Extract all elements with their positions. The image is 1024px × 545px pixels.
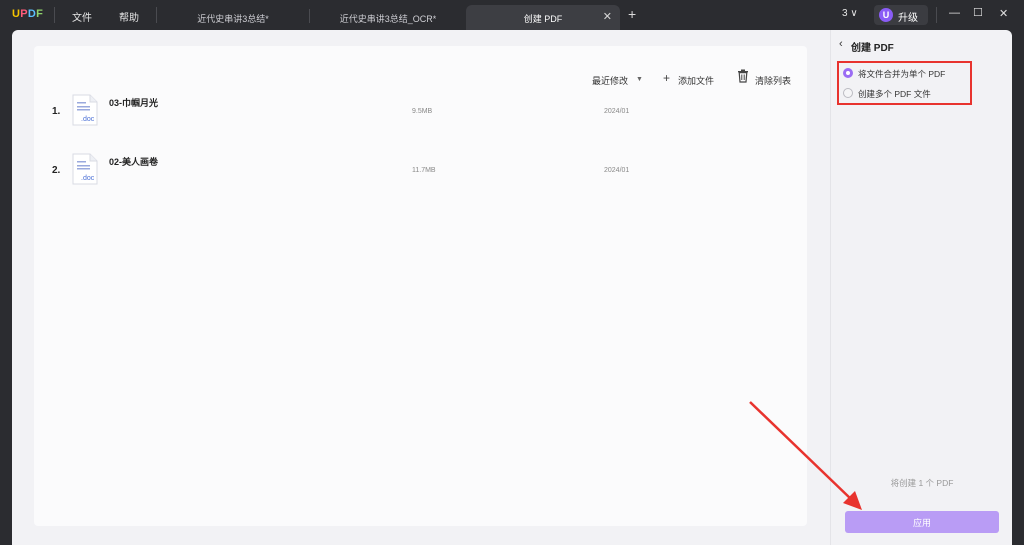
avatar: U — [879, 8, 893, 22]
chevron-left-icon[interactable]: ‹ — [839, 38, 843, 50]
new-tab-icon[interactable]: + — [628, 6, 636, 22]
tab-document-2[interactable]: 近代史串讲3总结_OCR* — [312, 5, 464, 30]
upgrade-button[interactable]: U 升级 — [874, 5, 928, 25]
create-pdf-panel: ‹ 创建 PDF 将文件合并为单个 PDF 创建多个 PDF 文件 将创建 1 … — [830, 30, 1012, 545]
menu-file[interactable]: 文件 — [72, 9, 92, 24]
tab-document-1[interactable]: 近代史串讲3总结* — [160, 5, 306, 30]
upgrade-label: 升级 — [898, 13, 918, 24]
divider — [309, 9, 310, 23]
file-list-card: 最近修改 ▼ + 添加文件 清除列表 1. .doc 03-巾帼月光 9.5MB — [34, 46, 807, 526]
file-size: 11.7MB — [412, 167, 436, 174]
apply-button[interactable]: 应用 — [845, 511, 999, 533]
maximize-icon[interactable]: ☐ — [973, 6, 983, 19]
divider — [54, 7, 55, 23]
summary-text: 将创建 1 个 PDF — [890, 478, 954, 488]
file-date: 2024/01 — [604, 167, 630, 174]
title-bar: UPDF 文件 帮助 近代史串讲3总结* 近代史串讲3总结_OCR* 创建 PD… — [0, 0, 1024, 30]
close-window-icon[interactable]: ✕ — [999, 7, 1008, 20]
clear-list-button[interactable]: 清除列表 — [755, 74, 791, 87]
caret-down-icon[interactable]: ▼ — [636, 76, 643, 83]
file-name: 03-巾帼月光 — [109, 98, 159, 108]
radio-unselected[interactable] — [843, 88, 853, 98]
trash-icon[interactable] — [736, 69, 750, 83]
file-extension: .doc — [81, 116, 95, 123]
add-file-button[interactable]: 添加文件 — [678, 74, 714, 87]
divider — [156, 7, 157, 23]
close-tab-icon[interactable]: ✕ — [603, 10, 612, 23]
plus-icon[interactable]: + — [663, 71, 670, 85]
window-count[interactable]: 3 ∨ — [842, 8, 858, 19]
file-size: 9.5MB — [412, 108, 433, 115]
file-extension: .doc — [81, 175, 95, 182]
row-index: 1. — [52, 106, 61, 117]
panel-title: 创建 PDF — [851, 43, 894, 54]
tab-label: 近代史串讲3总结* — [197, 14, 269, 24]
radio-selected[interactable] — [843, 68, 853, 78]
tab-create-pdf[interactable]: 创建 PDF ✕ — [466, 5, 620, 30]
option-label: 将文件合并为单个 PDF — [858, 69, 946, 79]
sort-dropdown[interactable]: 最近修改 — [592, 74, 628, 87]
minimize-icon[interactable]: — — [949, 7, 960, 19]
tab-label: 创建 PDF — [523, 14, 563, 24]
menu-help[interactable]: 帮助 — [119, 9, 139, 24]
file-date: 2024/01 — [604, 108, 630, 115]
tab-label: 近代史串讲3总结_OCR* — [339, 14, 437, 24]
divider — [936, 7, 937, 23]
option-label: 创建多个 PDF 文件 — [858, 89, 931, 99]
file-name: 02-美人画卷 — [109, 157, 159, 167]
row-index: 2. — [52, 165, 61, 176]
updf-logo[interactable]: UPDF — [12, 8, 43, 20]
main-panel: 最近修改 ▼ + 添加文件 清除列表 1. .doc 03-巾帼月光 9.5MB — [12, 30, 830, 545]
